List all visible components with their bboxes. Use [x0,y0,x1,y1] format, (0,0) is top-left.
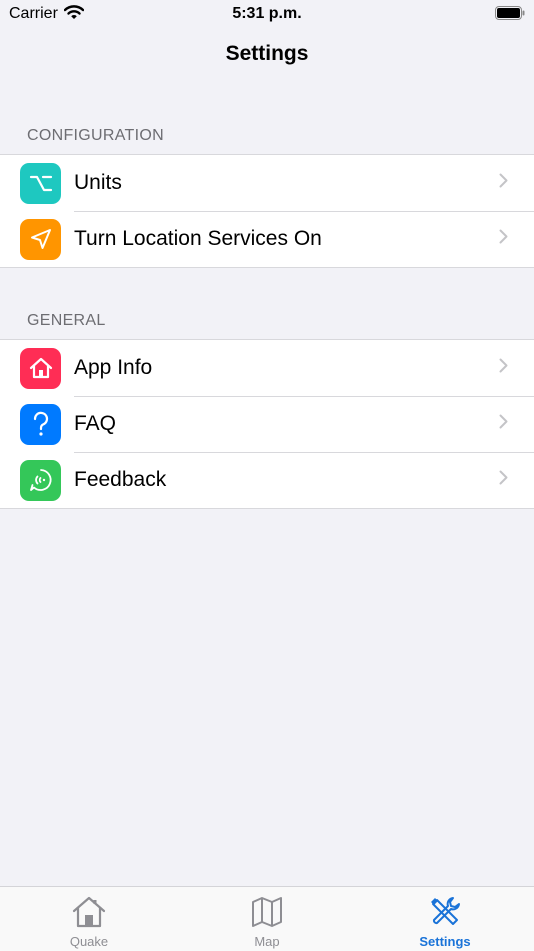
settings-row-label: App Info [74,356,153,379]
chevron-right-icon [499,470,508,490]
section-header-configuration: CONFIGURATION [27,127,164,144]
location-arrow-icon [20,218,61,260]
status-bar: Carrier 5:31 p.m. [0,0,534,28]
chevron-right-icon [499,358,508,378]
tab-map[interactable]: Map [178,887,356,951]
configuration-group: Units Turn Location Services On [0,154,534,268]
house-icon [20,347,61,389]
general-group: App Info FAQ Feedback [0,339,534,509]
tab-label: Settings [419,934,471,949]
tools-icon [431,897,460,925]
section-header-general: GENERAL [27,312,106,329]
settings-row-app-info[interactable]: App Info [0,340,534,396]
option-key-icon [20,162,61,204]
tab-quake[interactable]: Quake [0,887,178,951]
settings-row-units[interactable]: Units [0,155,534,211]
tab-label: Quake [69,934,109,949]
chevron-right-icon [499,414,508,434]
tab-label: Map [254,934,280,949]
settings-row-faq[interactable]: FAQ [0,396,534,452]
feedback-icon [20,459,61,501]
page-title: Settings [225,42,309,65]
question-mark-icon [20,403,61,445]
settings-row-location-services[interactable]: Turn Location Services On [0,211,534,267]
chevron-right-icon [499,229,508,249]
house-outline-icon [72,896,106,928]
settings-row-label: Turn Location Services On [74,227,322,250]
tab-settings[interactable]: Settings [356,887,534,951]
chevron-right-icon [499,173,508,193]
map-icon [252,897,282,927]
clock: 5:31 p.m. [232,5,302,22]
battery-icon [495,6,525,25]
settings-row-label: FAQ [74,412,117,435]
tab-bar: Quake Map Settings [0,886,534,951]
settings-row-label: Feedback [74,468,167,491]
settings-row-label: Units [74,171,122,194]
settings-row-feedback[interactable]: Feedback [0,452,534,508]
